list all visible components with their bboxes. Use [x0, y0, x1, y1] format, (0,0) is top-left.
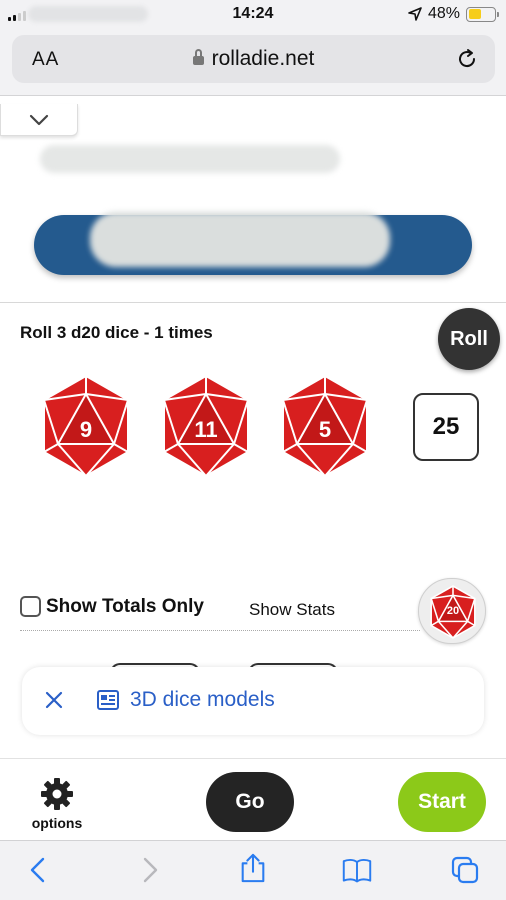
ad-banner[interactable]: 3D dice models: [22, 667, 484, 735]
address-bar[interactable]: AA rolladie.net: [12, 35, 495, 83]
location-arrow-icon: [408, 7, 422, 21]
banner-text[interactable]: 3D dice models: [130, 688, 275, 712]
total-value: 25: [432, 413, 460, 440]
status-bar: 14:24 48%: [0, 0, 506, 30]
show-totals-only-checkbox[interactable]: [20, 596, 41, 617]
lock-icon: [192, 49, 204, 65]
article-icon: [97, 690, 119, 710]
die-1[interactable]: 9: [40, 374, 132, 478]
go-button-label: Go: [235, 790, 265, 813]
battery-percent: 48%: [427, 5, 460, 22]
start-button-label: Start: [418, 790, 466, 813]
roll-title: Roll 3 d20 dice - 1 times: [20, 323, 213, 342]
roll-button-label: Roll: [450, 327, 488, 350]
url-text: rolladie.net: [211, 47, 315, 70]
close-icon[interactable]: [42, 688, 66, 712]
show-stats-link[interactable]: Show Stats: [249, 600, 335, 620]
start-button[interactable]: Start: [398, 772, 486, 832]
die-value: 11: [194, 417, 218, 442]
die-type-label: 20: [446, 605, 460, 617]
collapse-ad-tab[interactable]: [0, 104, 78, 136]
gear-icon[interactable]: [40, 777, 74, 811]
die-value: 9: [79, 417, 93, 442]
share-icon[interactable]: [238, 853, 268, 883]
safari-toolbar: [0, 840, 506, 900]
browser-address-area: AA rolladie.net: [0, 30, 506, 96]
go-button[interactable]: Go: [206, 772, 294, 832]
ad-text-redacted: [40, 145, 340, 173]
url-field[interactable]: rolladie.net: [12, 47, 495, 71]
bookmarks-icon[interactable]: [342, 855, 372, 885]
back-icon[interactable]: [24, 855, 54, 885]
die-value: 5: [318, 417, 332, 442]
forward-icon[interactable]: [134, 855, 164, 885]
die-2[interactable]: 11: [160, 374, 252, 478]
die-type-button[interactable]: 20: [418, 578, 486, 644]
tabs-icon[interactable]: [450, 855, 480, 885]
show-totals-only-label[interactable]: Show Totals Only: [46, 596, 204, 618]
ad-button-redacted: [90, 212, 390, 267]
die-3[interactable]: 5: [279, 374, 371, 478]
chevron-down-icon: [29, 114, 49, 125]
total-box: 25: [413, 393, 479, 461]
options-row: Show Totals Only Show Stats: [20, 583, 420, 631]
status-right: 48%: [408, 5, 499, 23]
roll-button[interactable]: Roll: [438, 308, 500, 370]
options-label[interactable]: options: [22, 815, 92, 831]
reload-icon[interactable]: [455, 47, 479, 71]
battery-icon: [466, 6, 499, 22]
app-toolbar: options Go Start: [0, 758, 506, 840]
